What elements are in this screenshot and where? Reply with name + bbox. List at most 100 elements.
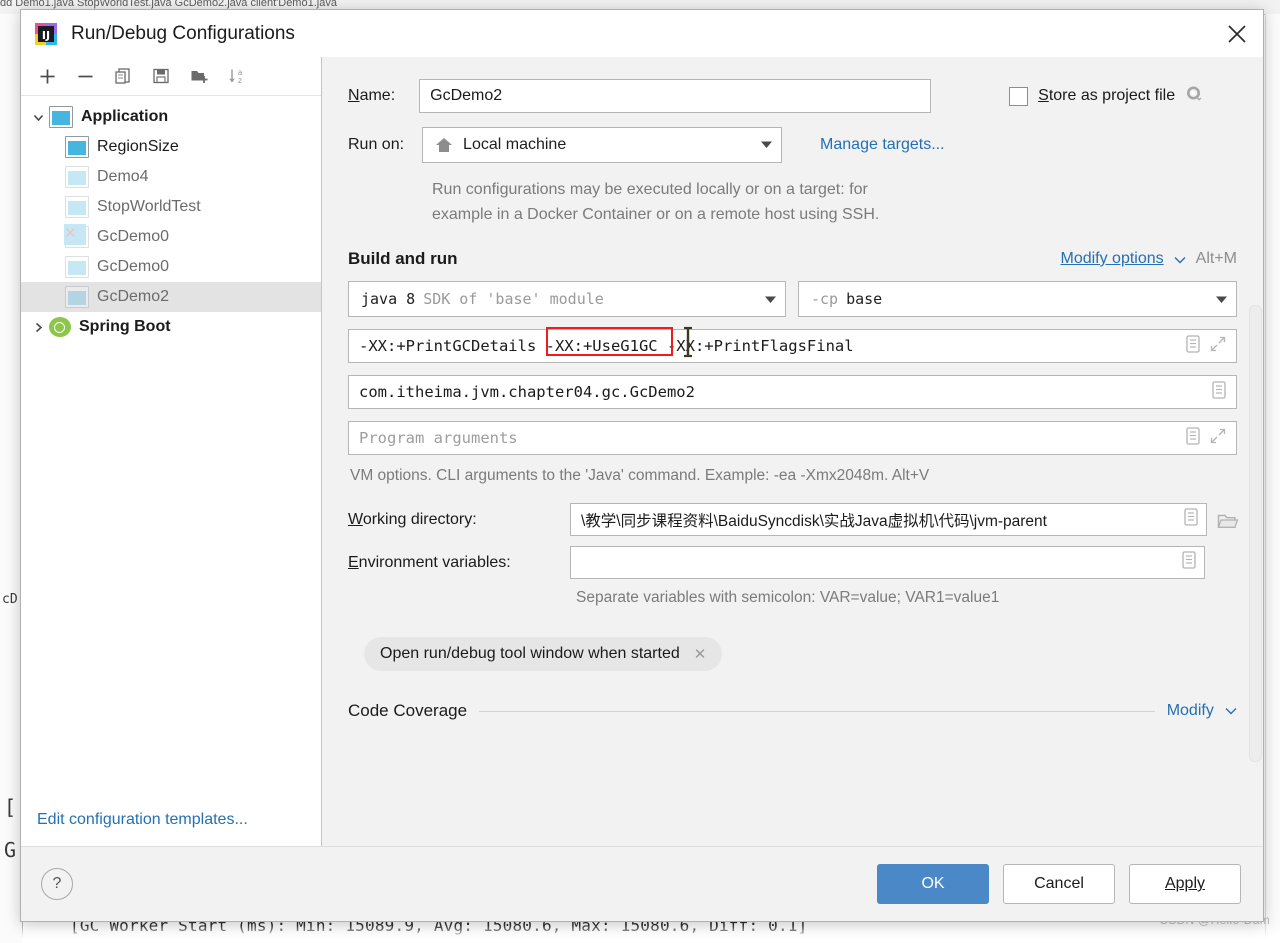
insert-macro-icon[interactable] [1212, 381, 1226, 403]
program-arguments-placeholder: Program arguments [359, 429, 518, 447]
store-as-project-file-row[interactable]: Store as project file [1009, 85, 1203, 107]
apply-button[interactable]: Apply [1129, 864, 1241, 904]
tree-node-spring-boot[interactable]: Spring Boot [21, 312, 321, 342]
insert-macro-icon[interactable] [1186, 335, 1200, 357]
sort-az-icon[interactable]: az [219, 61, 255, 91]
chevron-down-icon[interactable] [27, 106, 49, 128]
build-and-run-header: Build and run Modify options Alt+M [348, 249, 1237, 269]
chevron-down-icon[interactable] [1225, 702, 1237, 719]
code-coverage-section: Code Coverage Modify [348, 701, 1237, 721]
tree-node-gcdemo0-error[interactable]: GcDemo0 [21, 222, 321, 252]
browse-folder-icon[interactable] [1217, 512, 1239, 528]
run-on-description-line1: Run configurations may be executed local… [432, 181, 868, 198]
environment-variables-label: Environment variables: [348, 553, 511, 571]
background-fragment-3: G [4, 838, 17, 862]
intellij-idea-icon: IJ [35, 22, 57, 45]
tree-node-application[interactable]: Application [21, 102, 321, 132]
name-input[interactable]: GcDemo2 [419, 79, 932, 113]
classpath-combobox[interactable]: -cp base [798, 281, 1237, 317]
save-configuration-button[interactable] [143, 61, 179, 91]
working-directory-value: \教学\同步课程资料\BaiduSyncdisk\实战Java虚拟机\代码\jv… [581, 512, 1047, 530]
editor-tabstrip-labels: dd Demo1.java StopWorldTest.java GcDemo2… [0, 0, 337, 9]
dialog-footer: ? OK Cancel Apply [21, 846, 1263, 921]
tree-node-label: Spring Boot [79, 318, 171, 335]
program-arguments-input[interactable]: Program arguments [348, 421, 1237, 455]
tree-node-gcdemo0[interactable]: GcDemo0 [21, 252, 321, 282]
run-on-combobox[interactable]: Local machine [422, 127, 783, 163]
code-coverage-divider [479, 710, 1155, 712]
edit-configuration-templates-link[interactable]: Edit configuration templates... [37, 811, 248, 829]
tree-node-regionsize[interactable]: RegionSize [21, 132, 321, 162]
application-icon [65, 286, 89, 308]
insert-macro-icon[interactable] [1182, 551, 1196, 574]
configurations-toolbar: az [21, 57, 321, 96]
expand-field-icon[interactable] [1210, 336, 1226, 356]
tree-node-demo4[interactable]: Demo4 [21, 162, 321, 192]
jdk-classpath-row: java 8 SDK of 'base' module -cp base [348, 281, 1237, 317]
svg-text:IJ: IJ [42, 29, 50, 42]
modify-options-link[interactable]: Modify options [1060, 250, 1163, 268]
vm-options-input[interactable]: -XX:+PrintGCDetails -XX:+UseG1GC -XX:+Pr… [348, 326, 1237, 363]
chevron-down-icon[interactable] [764, 290, 777, 308]
editor-scrollbar-thumb[interactable] [1249, 305, 1262, 762]
close-icon[interactable]: ✕ [694, 645, 707, 663]
working-directory-label: Working directory: [348, 510, 477, 528]
configurations-tree[interactable]: Application RegionSize Demo4 StopWorldTe… [21, 96, 321, 794]
cancel-button[interactable]: Cancel [1003, 864, 1115, 904]
chevron-down-icon[interactable] [1174, 251, 1186, 268]
code-coverage-modify-link[interactable]: Modify [1167, 702, 1214, 719]
working-directory-field-actions [1176, 508, 1198, 531]
working-directory-input[interactable]: \教学\同步课程资料\BaiduSyncdisk\实战Java虚拟机\代码\jv… [570, 503, 1207, 536]
code-coverage-modify-row[interactable]: Modify [1155, 702, 1237, 720]
build-and-run-header-right: Modify options Alt+M [1060, 250, 1237, 268]
expand-field-icon[interactable] [1210, 428, 1226, 448]
options-chip-row: Open run/debug tool window when started … [348, 607, 1237, 671]
tree-node-label: Application [81, 108, 169, 125]
tree-node-label: StopWorldTest [97, 198, 201, 215]
main-class-field-actions [1202, 381, 1226, 403]
environment-variables-row: Environment variables: [348, 546, 1237, 579]
tree-node-gcdemo2[interactable]: GcDemo2 [21, 282, 321, 312]
application-icon [65, 196, 89, 218]
copy-configuration-button[interactable] [105, 61, 141, 91]
chevron-down-icon[interactable] [1215, 290, 1228, 308]
gear-icon[interactable] [1185, 85, 1203, 107]
insert-macro-icon[interactable] [1184, 508, 1198, 531]
store-as-project-file-checkbox[interactable] [1009, 86, 1029, 106]
environment-variables-input[interactable] [570, 546, 1205, 579]
main-class-input[interactable]: com.itheima.jvm.chapter04.gc.GcDemo2 [348, 375, 1237, 409]
console-fade-mask [22, 925, 1280, 943]
open-tool-window-chip[interactable]: Open run/debug tool window when started … [364, 637, 723, 671]
name-row: Name: GcDemo2 Store as project file [348, 79, 1237, 113]
spring-boot-icon [49, 317, 71, 337]
folder-add-icon[interactable] [181, 61, 217, 91]
help-icon[interactable]: ? [41, 868, 73, 900]
add-configuration-button[interactable] [29, 61, 65, 91]
tree-node-label: RegionSize [97, 138, 179, 155]
application-icon [65, 136, 89, 158]
application-icon [65, 166, 89, 188]
ok-button[interactable]: OK [877, 864, 989, 904]
dialog-body: az Application RegionSize Demo4 StopWorl… [21, 57, 1263, 846]
tree-node-label: GcDemo2 [97, 288, 170, 305]
manage-targets-link[interactable]: Manage targets... [820, 136, 945, 154]
tree-node-stopworldtest[interactable]: StopWorldTest [21, 192, 321, 222]
run-on-row: Run on: Local machine Manage targets... [348, 127, 1237, 163]
background-fragment-2: [ [4, 795, 17, 819]
application-icon [49, 106, 73, 128]
chevron-right-icon[interactable] [27, 316, 49, 338]
editor-scrollbar[interactable] [1249, 305, 1262, 917]
configurations-panel: az Application RegionSize Demo4 StopWorl… [21, 57, 322, 846]
jdk-combobox[interactable]: java 8 SDK of 'base' module [348, 281, 786, 317]
close-icon[interactable] [1211, 10, 1263, 57]
chevron-down-icon[interactable] [760, 136, 773, 154]
configuration-editor-panel: Name: GcDemo2 Store as project file Run … [322, 57, 1263, 846]
dialog-buttons: OK Cancel Apply [877, 864, 1241, 904]
insert-macro-icon[interactable] [1186, 427, 1200, 449]
working-directory-row: Working directory: \教学\同步课程资料\BaiduSyncd… [348, 503, 1239, 536]
remove-configuration-button[interactable] [67, 61, 103, 91]
run-debug-configurations-dialog: IJ Run/Debug Configurations a z Applicat… [20, 9, 1264, 922]
application-error-icon [64, 224, 89, 248]
store-as-project-file-label: Store as project file [1038, 87, 1176, 104]
environment-variables-hint: Separate variables with semicolon: VAR=v… [576, 589, 1000, 606]
